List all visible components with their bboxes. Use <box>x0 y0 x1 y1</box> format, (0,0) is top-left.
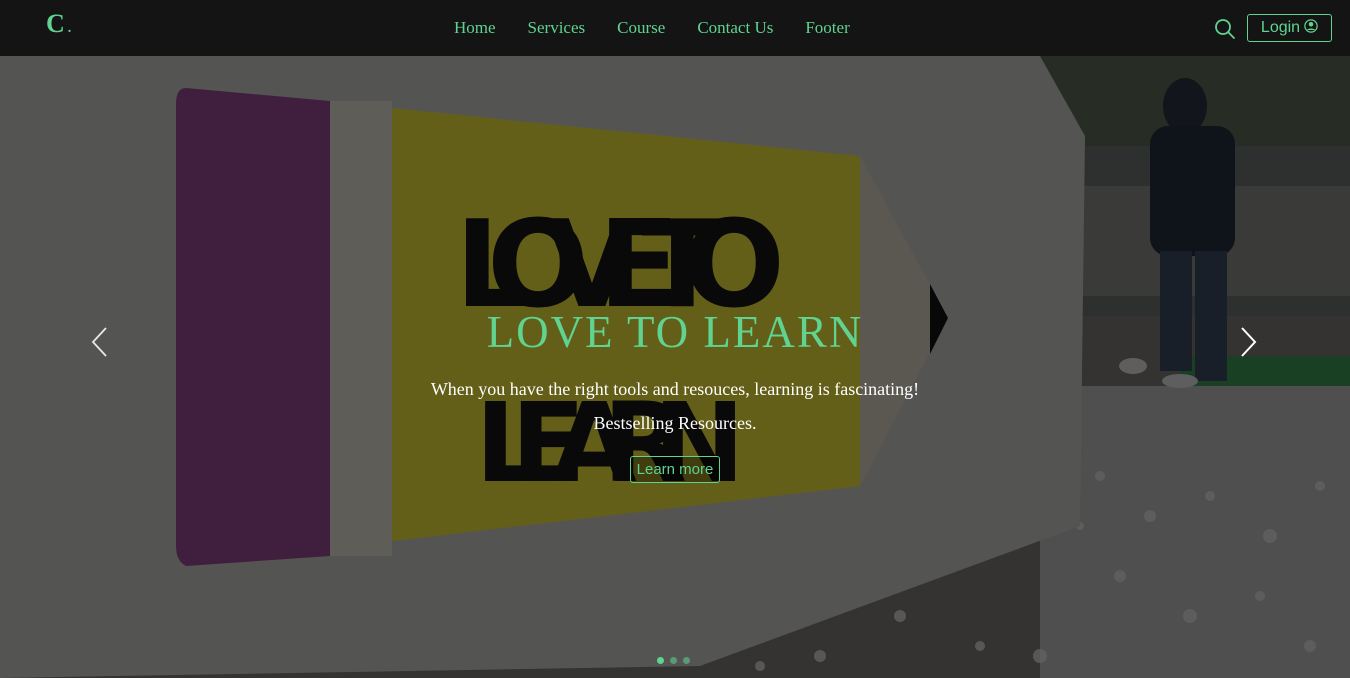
carousel-indicator-2[interactable] <box>670 657 677 664</box>
nav-services-link[interactable]: Services <box>516 18 598 38</box>
user-circle-icon <box>1304 18 1318 38</box>
login-button[interactable]: Login <box>1247 14 1332 42</box>
carousel-indicator-3[interactable] <box>683 657 690 664</box>
nav-contact-link[interactable]: Contact Us <box>685 18 785 38</box>
brand-dot: . <box>67 21 73 36</box>
hero-subtitle: When you have the right tools and resouc… <box>430 379 920 399</box>
hero-title: LOVE TO LEARN <box>486 307 864 357</box>
nav-footer-link[interactable]: Footer <box>793 18 861 38</box>
hero-carousel: LOVE TO LEARN LOVE TO LEARN When you hav… <box>0 56 1350 678</box>
brand-logo[interactable]: C. <box>46 9 72 39</box>
brand-letter: C <box>46 9 66 38</box>
carousel-indicators <box>657 657 690 664</box>
nav-course-link[interactable]: Course <box>605 18 677 38</box>
search-icon[interactable] <box>1213 17 1237 41</box>
learn-more-button[interactable]: Learn more <box>629 456 721 483</box>
hero-caption: LOVE TO LEARN When you have the right to… <box>0 306 1350 483</box>
navbar: C. Home Services Course Contact Us Foote… <box>0 0 1350 56</box>
nav-links: Home Services Course Contact Us Footer <box>442 0 870 56</box>
carousel-indicator-1[interactable] <box>657 657 664 664</box>
hero-tagline: Bestselling Resources. <box>593 413 757 433</box>
login-label: Login <box>1260 19 1301 36</box>
nav-home-link[interactable]: Home <box>442 18 508 38</box>
